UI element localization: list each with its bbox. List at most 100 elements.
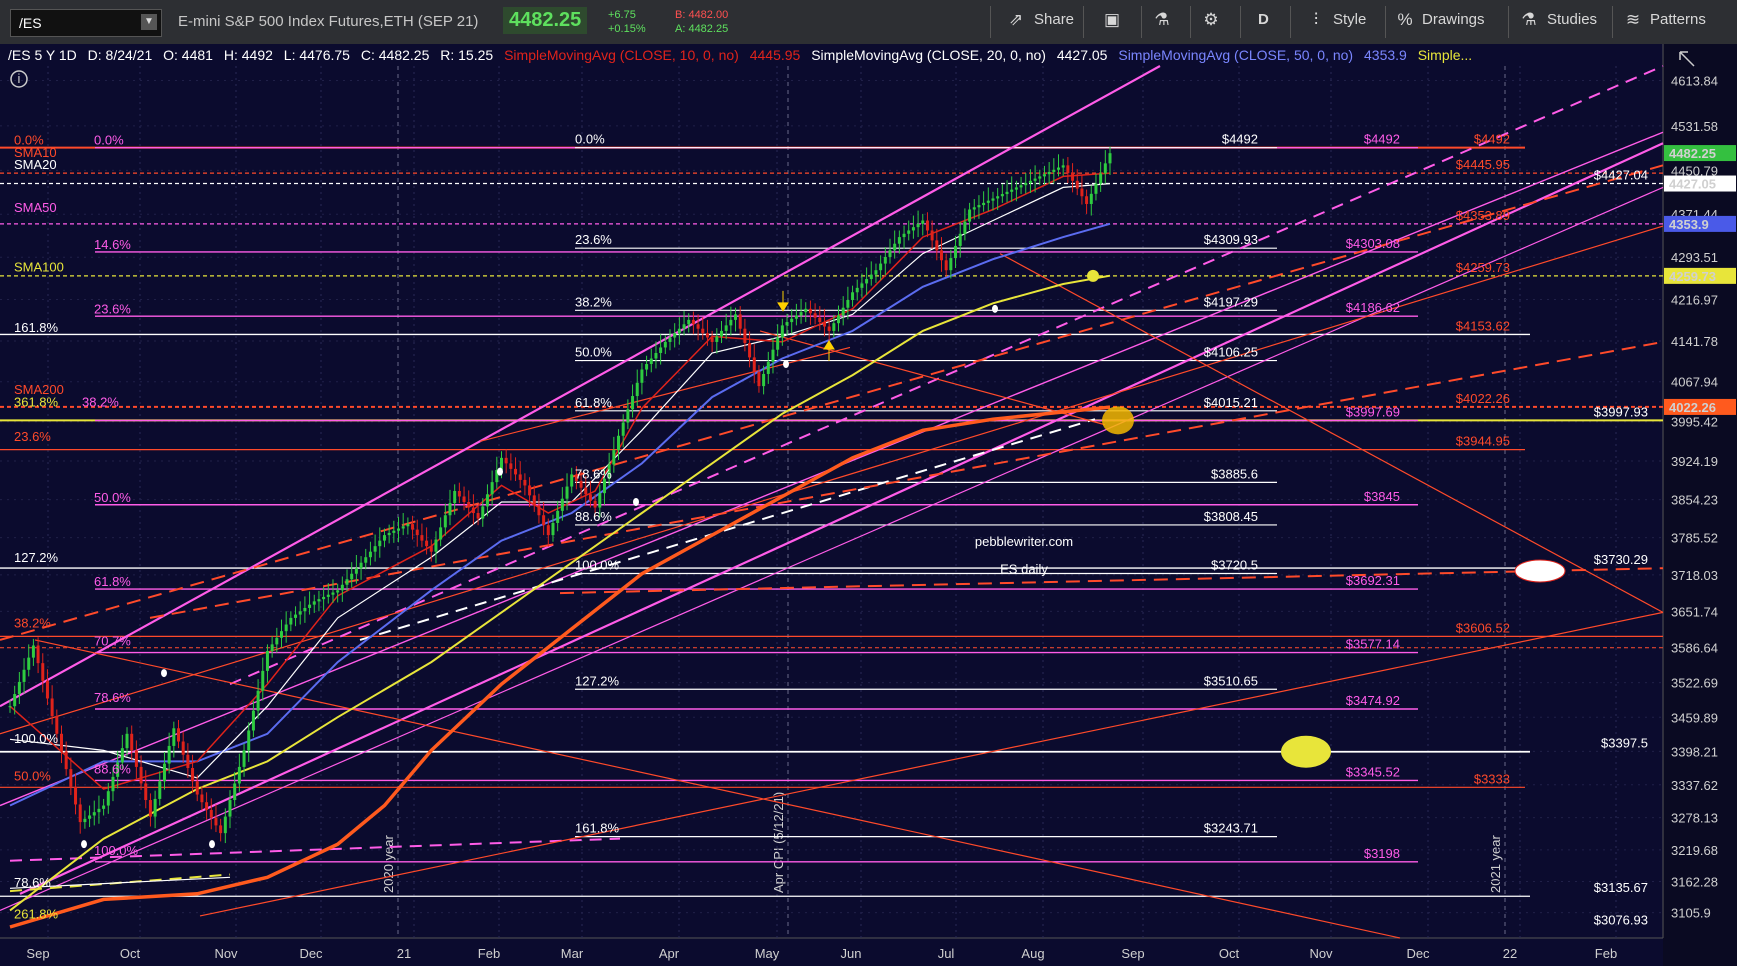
price-flag-label: 4259.73 (1669, 269, 1716, 284)
close-readout: C: 4482.25 (360, 47, 430, 63)
candle-body (1010, 189, 1014, 192)
y-tick-label: 3105.9 (1671, 906, 1711, 921)
watermark-site: pebblewriter.com (975, 534, 1073, 549)
symbol-selector[interactable]: /ES ▼ (10, 9, 162, 37)
candle-body (429, 546, 433, 552)
candle-body (45, 680, 49, 699)
candle-body (261, 670, 265, 691)
x-tick-label: Oct (1219, 946, 1240, 961)
candle-body (518, 474, 522, 480)
patterns-button[interactable]: Patterns (1650, 11, 1706, 28)
candle-body (1019, 185, 1023, 188)
fib-left-label: 70.7% (94, 633, 131, 648)
style-icon[interactable]: ⫶ (1305, 10, 1327, 32)
sma20-label[interactable]: SimpleMovingAvg (CLOSE, 20, 0, no) (811, 47, 1046, 63)
candle-body (406, 524, 410, 527)
flask-icon[interactable]: ⚗ (1151, 10, 1173, 32)
percent-icon[interactable]: % (1394, 10, 1416, 32)
orange-fib-price: $4022.26 (1456, 391, 1510, 406)
style-button[interactable]: Style (1333, 11, 1366, 28)
y-tick-label: 3785.52 (1671, 531, 1718, 546)
drawings-button[interactable]: Drawings (1422, 11, 1485, 28)
candle-body (368, 551, 372, 558)
y-tick-label: 3586.64 (1671, 640, 1718, 655)
candle-body (214, 817, 218, 826)
share-button[interactable]: Share (1034, 11, 1074, 28)
gear-icon[interactable]: ⚙ (1200, 10, 1222, 32)
candle-body (1024, 183, 1028, 186)
fib-price-label: $3243.71 (1204, 821, 1258, 836)
candle-body (13, 694, 17, 707)
candle-body (265, 651, 269, 671)
fib-left-label: 78.6% (94, 690, 131, 705)
candle-body (275, 637, 279, 645)
candle-body (378, 540, 382, 547)
candle-body (762, 373, 766, 387)
share-icon[interactable]: ⇗ (1005, 10, 1027, 32)
candle-body (453, 490, 457, 504)
x-tick-label: Oct (120, 946, 141, 961)
candle-body (668, 337, 672, 342)
candle-body (294, 614, 298, 618)
candle-body (719, 330, 723, 337)
candle-body (8, 706, 12, 708)
candle-body (612, 450, 616, 465)
candle-body (162, 763, 166, 782)
candle-body (270, 644, 274, 652)
candle-body (701, 328, 705, 334)
candle-body (958, 233, 962, 246)
candle-body (69, 769, 73, 787)
flask-studies-icon[interactable]: ⚗ (1518, 10, 1540, 32)
white-fib-price: $3135.67 (1594, 880, 1648, 895)
candle-body (902, 233, 906, 238)
pink-fib-price: $4303.08 (1346, 236, 1400, 251)
more-studies[interactable]: Simple... (1418, 47, 1472, 63)
chevron-down-icon[interactable]: ▼ (141, 14, 157, 30)
orange-fib-price: $4153.62 (1456, 318, 1510, 333)
candle-body (780, 325, 784, 338)
candle-body (556, 510, 560, 523)
fib-price-label: $3808.45 (1204, 509, 1258, 524)
studies-button[interactable]: Studies (1547, 11, 1597, 28)
candle-body (598, 493, 602, 508)
candle-body (935, 240, 939, 251)
candle-body (504, 457, 508, 464)
candle-body (799, 312, 803, 316)
candle-body (748, 343, 752, 358)
candle-body (1047, 171, 1051, 175)
y-tick-label: 4216.97 (1671, 292, 1718, 307)
white-fib-price: $3730.29 (1594, 552, 1648, 567)
y-tick-label: 3459.89 (1671, 710, 1718, 725)
candle-body (1103, 163, 1107, 174)
candle-body (434, 539, 438, 552)
fib-left-label: 88.6% (94, 761, 131, 776)
patterns-icon[interactable]: ≋ (1622, 10, 1644, 32)
sma10-label[interactable]: SimpleMovingAvg (CLOSE, 10, 0, no) (504, 47, 739, 63)
fib-price-label: $3510.65 (1204, 673, 1258, 688)
y-tick-label: 4141.78 (1671, 334, 1718, 349)
candle-body (757, 371, 761, 387)
sma10-value: 4445.95 (749, 47, 801, 63)
candle-body (78, 804, 82, 823)
pink-fib-price: $3198 (1364, 846, 1400, 861)
y-tick-label: 3219.68 (1671, 843, 1718, 858)
y-tick-label: 3337.62 (1671, 778, 1718, 793)
fib-price-label: $3885.6 (1211, 466, 1258, 481)
candle-body (925, 220, 929, 231)
x-tick-label: Sep (1121, 946, 1144, 961)
candle-body (382, 535, 386, 541)
price-chart[interactable]: Sep Oct Nov Dec 21 Feb Mar Apr May Jun Jul Aug Sep Oc… (0, 44, 1737, 966)
symbol-period: /ES 5 Y 1D (8, 47, 77, 63)
candle-body (1066, 165, 1070, 174)
period-button[interactable]: D (1258, 11, 1269, 28)
sma50-label[interactable]: SimpleMovingAvg (CLOSE, 50, 0, no) (1118, 47, 1353, 63)
fib-left-label: SMA50 (14, 200, 57, 215)
candle-body (542, 515, 546, 526)
candle-body (949, 258, 953, 271)
chart-settings-icon[interactable]: ▣ (1101, 10, 1123, 32)
candle-body (167, 745, 171, 764)
candle-body (481, 506, 485, 519)
x-tick-label: Mar (561, 946, 584, 961)
candle-body (776, 337, 780, 350)
x-tick-label: 22 (1503, 946, 1517, 961)
